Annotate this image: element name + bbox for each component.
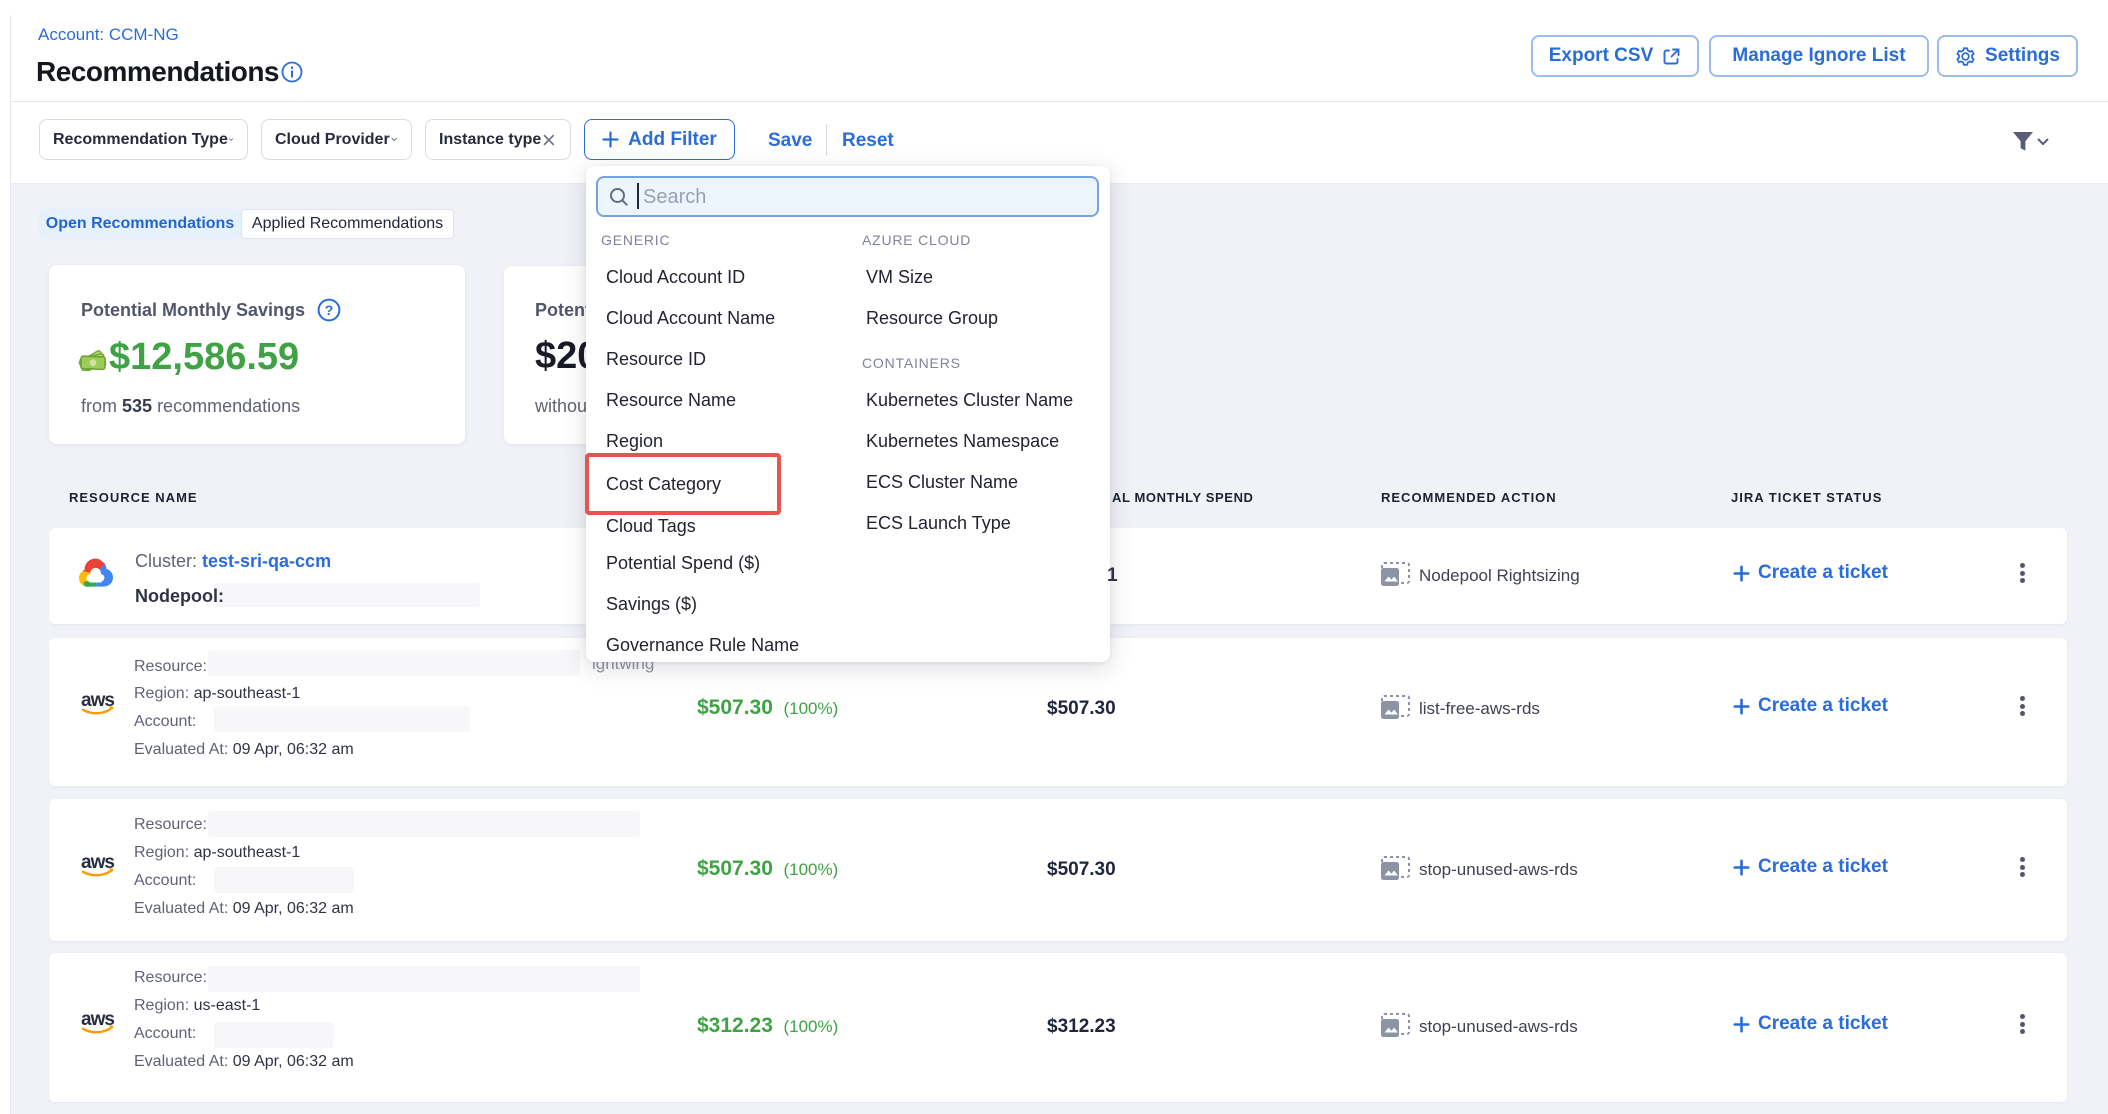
svg-text:aws: aws <box>81 852 114 873</box>
svg-text:?: ? <box>325 302 334 318</box>
svg-text:aws: aws <box>81 1009 114 1030</box>
svg-text:aws: aws <box>81 690 114 711</box>
